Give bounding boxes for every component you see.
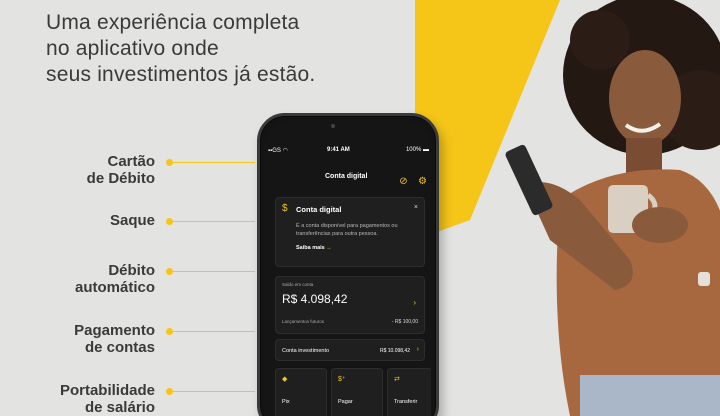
feature-label: Débito automático xyxy=(74,262,155,296)
phone-mockup: ▪▪GS ◠ 9:41 AM 100% ▬ Conta digital ⊘ ⚙ … xyxy=(257,113,439,416)
gear-icon[interactable]: ⚙ xyxy=(418,176,427,187)
balance-amount: R$ 4.098,42 xyxy=(282,292,348,306)
future-entries-value: - R$ 100,00 xyxy=(391,319,418,325)
feature-bill-payment: Pagamento de contas xyxy=(40,322,255,360)
action-label: Pix xyxy=(282,399,290,405)
feature-withdraw: Saque xyxy=(40,212,255,250)
feature-label: Saque xyxy=(109,212,155,229)
action-pay[interactable]: $⁺ Pagar xyxy=(331,368,383,416)
headline-line-1: Uma experiência completa xyxy=(46,11,300,34)
feature-dot xyxy=(166,328,173,335)
action-label: Pagar xyxy=(338,399,353,405)
feature-label: Cartão de Débito xyxy=(86,153,155,187)
feature-connector xyxy=(173,331,255,332)
eye-off-icon[interactable]: ⊘ xyxy=(399,176,407,187)
appbar-actions: ⊘ ⚙ xyxy=(393,171,427,189)
feature-connector xyxy=(173,162,255,163)
feature-auto-debit: Débito automático xyxy=(40,262,255,300)
headline-line-2: no aplicativo onde xyxy=(46,37,219,60)
woman-photo xyxy=(505,0,720,416)
action-pix[interactable]: ◆ Pix xyxy=(275,368,327,416)
feature-debit-card: Cartão de Débito xyxy=(40,153,255,191)
chevron-right-icon: › xyxy=(413,298,416,307)
feature-label: Pagamento de contas xyxy=(74,322,155,356)
headline: Uma experiência completa no aplicativo o… xyxy=(46,10,386,88)
feature-dot xyxy=(166,388,173,395)
status-carrier: ▪▪GS ◠ xyxy=(268,148,288,154)
feature-dot xyxy=(166,218,173,225)
close-icon[interactable]: × xyxy=(414,204,418,211)
feature-connector xyxy=(173,391,255,392)
promo-title: Conta digital xyxy=(296,205,342,214)
action-label: Transferir xyxy=(394,399,418,405)
balance-label: Saldo em conta xyxy=(282,282,314,287)
feature-dot xyxy=(166,268,173,275)
arrow-right-icon: → xyxy=(326,245,332,251)
feature-connector xyxy=(173,221,255,222)
page-title: Conta digital xyxy=(325,173,368,180)
headline-line-3: seus investimentos já estão. xyxy=(46,63,316,86)
investment-label: Conta investimento xyxy=(282,348,330,354)
dollar-icon: $ xyxy=(282,203,288,214)
camera-notch xyxy=(331,124,335,128)
feature-connector xyxy=(173,271,255,272)
balance-card[interactable]: Saldo em conta R$ 4.098,42 › Lançamentos… xyxy=(275,276,425,334)
chevron-right-icon: › xyxy=(416,346,419,353)
feature-label: Portabilidade de salário xyxy=(59,382,155,416)
phone-screen: ▪▪GS ◠ 9:41 AM 100% ▬ Conta digital ⊘ ⚙ … xyxy=(265,121,431,416)
future-entries-label: Lançamentos futuros xyxy=(282,319,325,324)
status-time: 9:41 AM xyxy=(327,147,350,153)
promo-card: $ Conta digital × É a conta disponível p… xyxy=(275,197,425,267)
transfer-icon: ⇄ xyxy=(394,376,400,383)
pix-icon: ◆ xyxy=(282,376,288,383)
promo-description: É a conta disponível para pagamentos ou … xyxy=(296,223,398,237)
investment-card[interactable]: Conta investimento R$ 10.098,42 › xyxy=(275,339,425,361)
learn-more-link[interactable]: Saiba mais → xyxy=(296,245,332,251)
investment-value: R$ 10.098,42 xyxy=(379,348,410,354)
feature-dot xyxy=(166,159,173,166)
action-transfer[interactable]: ⇄ Transferir xyxy=(387,368,431,416)
feature-salary-portability: Portabilidade de salário xyxy=(40,382,255,416)
status-battery: 100% ▬ xyxy=(405,147,429,153)
barcode-icon: $⁺ xyxy=(338,376,346,383)
